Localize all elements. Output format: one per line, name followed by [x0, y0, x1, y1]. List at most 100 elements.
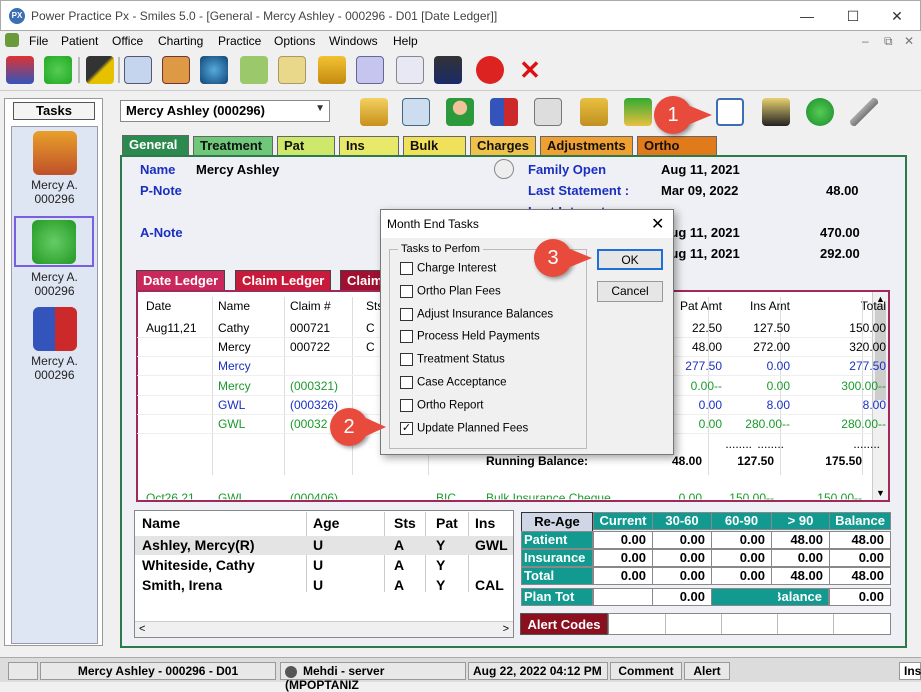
ok-button[interactable]: OK [597, 249, 663, 270]
menu-help[interactable]: Help [393, 34, 418, 48]
folders-icon[interactable] [318, 56, 346, 84]
envelope-icon[interactable] [396, 56, 424, 84]
tab-pat-pmt[interactable]: Pat Pmt [277, 136, 335, 168]
stop-icon[interactable] [476, 56, 504, 84]
checkbox-label: Charge Interest [417, 262, 497, 275]
task-checkbox-row[interactable]: Charge Interest [400, 262, 496, 275]
microphone-icon[interactable] [762, 98, 790, 126]
patients-hscrollbar[interactable]: < > [135, 621, 513, 637]
aging-cell: 0.00 [829, 549, 891, 567]
checkbox[interactable] [400, 284, 413, 298]
checkbox[interactable] [400, 353, 413, 367]
status-alert[interactable]: Alert [684, 662, 730, 680]
patient-photo-icon[interactable] [402, 98, 430, 126]
book-icon[interactable] [124, 56, 152, 84]
anote-label[interactable]: A-Note [140, 225, 183, 240]
task-checkbox-row[interactable]: Treatment Status [400, 353, 505, 367]
task-checkbox-row[interactable]: Ortho Plan Fees [400, 284, 501, 298]
ledger-cell-claim: (000326) [290, 397, 339, 412]
alert-codes-button[interactable]: Alert Codes [520, 613, 608, 635]
mdi-close-icon[interactable]: ✕ [904, 34, 914, 48]
open-file-icon[interactable] [580, 98, 608, 126]
task-name: Mercy A. [31, 270, 78, 284]
checkbox-label: Adjust Insurance Balances [417, 308, 554, 321]
aging-cell: 48.00 [771, 567, 830, 585]
checkbox[interactable] [400, 307, 413, 321]
refresh-icon[interactable] [806, 98, 834, 126]
ledger-dashes: ........ [853, 437, 880, 451]
dialog-close-icon[interactable]: ✕ [651, 214, 664, 234]
task-checkbox-row[interactable]: ✓ Update Planned Fees [400, 421, 528, 435]
tab-bulk-ins[interactable]: Bulk Ins [403, 136, 466, 168]
task-checkbox-row[interactable]: Adjust Insurance Balances [400, 307, 554, 321]
aging-row-label: Total [521, 567, 593, 585]
patients-icon[interactable] [6, 56, 34, 84]
close-button[interactable]: ✕ [877, 5, 917, 27]
checkbox[interactable] [400, 330, 413, 344]
aging-cell: 48.00 [771, 531, 830, 549]
edi-icon[interactable] [356, 56, 384, 84]
checkbox[interactable] [400, 398, 413, 412]
checkbox[interactable]: ✓ [400, 421, 413, 435]
task-checkbox-row[interactable]: Case Acceptance [400, 376, 507, 389]
tasks-header: Tasks [13, 102, 95, 120]
scroll-right-icon[interactable]: > [503, 623, 509, 635]
minimize-button[interactable]: — [787, 5, 827, 27]
person-icon[interactable] [446, 98, 474, 126]
tab-treatment[interactable]: Treatment [193, 136, 273, 155]
patient-select[interactable]: Mercy Ashley (000296) ▼ [120, 100, 330, 122]
checkbox[interactable] [400, 262, 413, 275]
wrench-icon[interactable] [850, 98, 878, 126]
menu-practice[interactable]: Practice [218, 34, 261, 48]
exit-x-icon[interactable]: ✕ [516, 56, 544, 84]
re-age-button[interactable]: Re-Age [521, 512, 593, 532]
printer-icon[interactable] [534, 98, 562, 126]
ledger-header-5: Ins Amt [749, 299, 790, 313]
doc-menu-icon[interactable] [5, 33, 19, 47]
menu-patient[interactable]: Patient [61, 34, 98, 48]
graduation-cap-icon[interactable] [434, 56, 462, 84]
patient-cell[interactable]: Ashley, Mercy(R) [142, 537, 255, 553]
tab-claim-ledger[interactable]: Claim Ledger [235, 270, 332, 291]
task-checkbox-row[interactable]: Ortho Report [400, 398, 483, 412]
aging-row-label: Insurance [521, 549, 593, 567]
checklist-icon[interactable] [240, 56, 268, 84]
tab-ins-pmt[interactable]: Ins Pmt [339, 136, 399, 168]
pencil-icon[interactable] [86, 56, 114, 84]
import-icon[interactable] [624, 98, 652, 126]
status-comment[interactable]: Comment [610, 662, 682, 680]
task-checkbox-row[interactable]: Process Held Payments [400, 330, 540, 344]
patient-cell[interactable]: Smith, Irena [142, 577, 222, 593]
tab-adjustments[interactable]: Adjustments [540, 136, 633, 155]
scroll-left-icon[interactable]: < [139, 623, 145, 635]
menu-charting[interactable]: Charting [158, 34, 203, 48]
family-icon[interactable] [490, 98, 518, 126]
menu-options[interactable]: Options [274, 34, 315, 48]
pnote-label[interactable]: P-Note [140, 183, 182, 198]
task-item-family[interactable]: Mercy A. 000296 [12, 307, 97, 382]
task-item-ledger[interactable] [14, 216, 94, 267]
tab-charges[interactable]: Charges [470, 136, 536, 155]
maximize-button[interactable]: ☐ [833, 5, 873, 27]
patient-cell[interactable]: Whiteside, Cathy [142, 557, 255, 573]
open-folder-icon[interactable] [360, 98, 388, 126]
dollar-icon[interactable] [44, 56, 72, 84]
scroll-down-icon[interactable]: ▼ [876, 488, 885, 498]
checkbox[interactable] [400, 376, 413, 389]
globe-icon[interactable] [200, 56, 228, 84]
menu-office[interactable]: Office [112, 34, 143, 48]
tab-general[interactable]: General [122, 135, 189, 156]
mdi-restore-icon[interactable]: ⧉ [884, 34, 893, 49]
tab-ortho-plan[interactable]: Ortho Plan [637, 136, 717, 168]
memo-icon[interactable] [278, 56, 306, 84]
calendar-icon[interactable] [716, 98, 744, 126]
tab-claim[interactable]: Claim [340, 270, 382, 291]
tab-date-ledger[interactable]: Date Ledger [136, 270, 226, 291]
menu-windows[interactable]: Windows [329, 34, 378, 48]
task-item-chart[interactable]: Mercy A. 000296 [12, 131, 97, 206]
patient-cell: U [313, 577, 324, 593]
mdi-minimize-icon[interactable]: – [862, 34, 869, 48]
chart-icon[interactable] [162, 56, 190, 84]
cancel-button[interactable]: Cancel [597, 281, 663, 302]
menu-file[interactable]: File [29, 34, 48, 48]
